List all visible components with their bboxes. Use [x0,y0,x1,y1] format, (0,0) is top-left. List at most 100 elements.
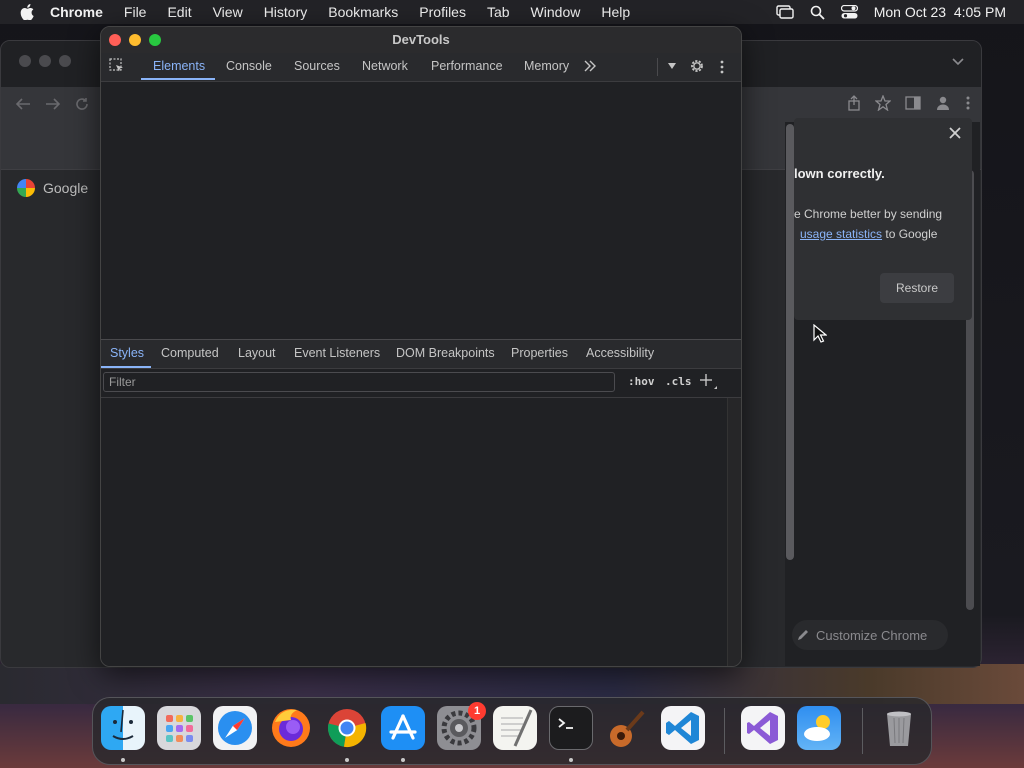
forward-arrow-icon[interactable] [45,97,61,111]
tab-network[interactable]: Network [362,53,408,81]
menu-bar: Chrome File Edit View History Bookmarks … [0,0,1024,24]
menu-history[interactable]: History [264,4,308,20]
subtab-computed[interactable]: Computed [161,340,219,368]
chrome-minimize-button[interactable] [39,55,51,67]
mouse-cursor-icon [813,324,827,343]
dock-vscode-icon[interactable] [661,706,705,750]
menu-tab[interactable]: Tab [487,4,510,20]
bookmark-google-label: Google [43,180,89,196]
more-tabs-chevron-icon[interactable] [583,60,597,72]
reload-icon[interactable] [75,97,89,111]
pencil-icon [798,630,808,640]
tab-search-chevron-icon[interactable] [951,57,965,67]
infobar-text-line2: usage statistics to Google [800,227,937,241]
subtab-dom-breakpoints[interactable]: DOM Breakpoints [396,340,495,368]
dock-trash-icon[interactable] [877,706,921,750]
menu-file[interactable]: File [124,4,147,20]
tab-performance[interactable]: Performance [431,53,503,81]
dock-separator-trash [862,708,863,754]
dock-terminal-icon[interactable] [549,706,593,750]
subtab-styles[interactable]: Styles [110,340,144,368]
subtab-properties[interactable]: Properties [511,340,568,368]
customize-chrome-label: Customize Chrome [816,627,928,643]
cls-toggle-button[interactable]: .cls [665,375,692,388]
tab-sources[interactable]: Sources [294,53,340,81]
firefox-logo-icon [272,709,310,747]
dock-finder-icon[interactable] [101,706,145,750]
toolbar-separator [657,58,658,76]
menu-window[interactable]: Window [531,4,581,20]
elements-dom-panel[interactable] [101,82,741,339]
side-panel-icon[interactable] [905,96,921,110]
dock-weather-icon[interactable] [797,706,841,750]
dock-textedit-icon[interactable] [493,706,537,750]
chrome-close-button[interactable] [19,55,31,67]
dock-launchpad-icon[interactable] [157,706,201,750]
infobar-suffix: to Google [882,227,938,241]
chrome-running-dot [345,758,349,762]
dock-app-store-icon[interactable] [381,706,425,750]
active-subtab-indicator [101,366,151,368]
app-store-a-icon [389,714,417,740]
menu-help[interactable]: Help [601,4,630,20]
terminal-prompt-icon [558,718,573,729]
menu-bar-clock[interactable]: Mon Oct 23 4:05 PM [874,4,1006,20]
control-center-icon[interactable] [840,5,858,19]
styles-filter-input[interactable] [103,372,615,392]
dock-firefox-icon[interactable] [269,706,313,750]
menu-view[interactable]: View [213,4,243,20]
dock-visual-studio-icon[interactable] [741,706,785,750]
spotlight-search-icon[interactable] [810,5,825,20]
page-scrollbar[interactable] [786,124,794,560]
chrome-nav-buttons [15,97,89,111]
devtools-sidebar-tabbar: Styles Computed Layout Event Listeners D… [101,340,741,369]
bookmark-google[interactable]: Google [17,179,88,197]
weather-sun-cloud-icon [804,715,830,741]
new-style-rule-plus-icon[interactable] [699,372,719,390]
subtab-accessibility[interactable]: Accessibility [586,340,654,368]
share-icon[interactable] [847,95,861,111]
usage-statistics-link[interactable]: usage statistics [800,227,882,241]
styles-pane-scrollbar[interactable] [727,398,741,666]
guitar-icon [610,710,645,747]
tab-elements[interactable]: Elements [153,53,205,81]
settings-gear-icon[interactable] [689,58,705,74]
dock-safari-icon[interactable] [213,706,257,750]
back-arrow-icon[interactable] [15,97,31,111]
chrome-zoom-button[interactable] [59,55,71,67]
safari-compass-icon [218,711,252,745]
screen-mirroring-icon[interactable] [776,5,794,19]
visual-studio-logo-icon [747,712,778,744]
hov-toggle-button[interactable]: :hov [628,375,655,388]
textedit-page-icon [501,709,533,747]
infobar-close-icon[interactable] [948,126,962,140]
terminal-running-dot [569,758,573,762]
dock-instruments-icon[interactable] [605,706,649,750]
apple-icon[interactable] [20,4,34,20]
subtab-event-listeners[interactable]: Event Listeners [294,340,380,368]
bookmark-star-icon[interactable] [875,95,891,111]
system-settings-badge: 1 [468,702,486,720]
menu-edit[interactable]: Edit [167,4,191,20]
inspect-element-icon[interactable] [109,58,125,74]
devtools-menu-kebab-icon[interactable] [719,59,725,75]
menu-profiles[interactable]: Profiles [419,4,466,20]
customize-chrome-button[interactable]: Customize Chrome [792,620,948,650]
devtools-titlebar[interactable]: DevTools [101,27,741,53]
dropdown-caret-icon[interactable] [667,62,677,70]
trash-can-icon [887,711,911,746]
restore-infobar: lown correctly. e Chrome better by sendi… [794,118,972,320]
tab-memory[interactable]: Memory [524,53,569,81]
launchpad-grid-icon [166,715,193,742]
subtab-layout[interactable]: Layout [238,340,276,368]
app-store-running-dot [401,758,405,762]
chrome-menu-kebab-icon[interactable] [965,95,971,111]
restore-button[interactable]: Restore [880,273,954,303]
dock-chrome-icon[interactable] [325,706,369,750]
active-tab-indicator [141,78,215,80]
menu-bookmarks[interactable]: Bookmarks [328,4,398,20]
profile-avatar-icon[interactable] [935,95,951,111]
tab-console[interactable]: Console [226,53,272,81]
styles-pane[interactable] [101,398,727,666]
menu-app-chrome[interactable]: Chrome [50,4,103,20]
